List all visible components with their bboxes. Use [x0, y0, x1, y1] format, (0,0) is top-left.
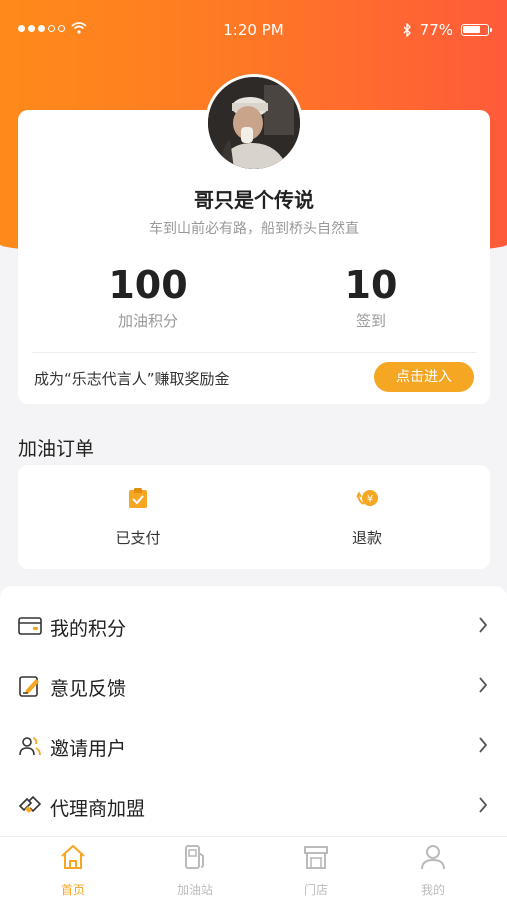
tab-label: 首页	[60, 883, 85, 897]
users-icon	[19, 737, 41, 756]
refund-label: 退款	[351, 529, 382, 547]
orders-title: 加油订单	[18, 438, 95, 460]
paid-label: 已支付	[115, 529, 161, 547]
menu-item-invite[interactable]: 邀请用户	[0, 716, 507, 776]
avatar-photo	[208, 77, 300, 169]
menu-label: 我的积分	[50, 618, 127, 640]
menu-label: 意见反馈	[50, 678, 127, 700]
tab-profile[interactable]: 我的	[388, 843, 478, 898]
tab-home[interactable]: 首页	[28, 843, 118, 898]
divider	[32, 352, 476, 353]
tab-label: 我的	[420, 883, 445, 897]
battery-percent: 77%	[419, 21, 453, 39]
menu-item-agent[interactable]: 代理商加盟	[0, 776, 507, 836]
refund-orders-item[interactable]: ¥ 退款	[307, 487, 427, 548]
chevron-right-icon	[479, 677, 488, 693]
clipboard-check-icon	[127, 487, 149, 509]
avatar[interactable]	[205, 74, 303, 172]
tab-label: 门店	[303, 883, 328, 897]
store-icon	[304, 846, 328, 869]
tab-store[interactable]: 门店	[271, 843, 361, 898]
menu-label: 邀请用户	[50, 738, 127, 760]
tab-bar: 首页 加油站 门店 我的	[0, 836, 507, 900]
paid-orders-item[interactable]: 已支付	[78, 487, 198, 548]
handshake-icon	[18, 795, 42, 813]
refund-coin-icon: ¥	[356, 487, 378, 509]
home-icon	[61, 844, 85, 869]
menu-item-feedback[interactable]: 意见反馈	[0, 656, 507, 716]
points-value: 100	[108, 263, 188, 307]
chevron-right-icon	[479, 797, 488, 813]
checkin-label: 签到	[355, 312, 386, 330]
orders-card: 已支付 ¥ 退款	[18, 465, 490, 569]
edit-note-icon	[19, 676, 39, 697]
person-icon	[421, 845, 445, 870]
user-motto: 车到山前必有路，船到桥头自然直	[149, 221, 359, 237]
username: 哥只是个传说	[194, 188, 314, 212]
checkin-value: 10	[344, 263, 398, 307]
enter-button[interactable]: 点击进入	[374, 362, 474, 392]
menu-list: 我的积分 意见反馈 邀请用户 代理商加盟	[0, 586, 507, 836]
status-bar: 1:20 PM 77%	[0, 0, 507, 62]
points-stat[interactable]: 100 加油积分	[48, 262, 248, 331]
tab-label: 加油站	[176, 883, 213, 897]
checkin-stat[interactable]: 10 签到	[271, 262, 471, 331]
card-icon	[18, 617, 42, 635]
menu-label: 代理商加盟	[50, 798, 146, 820]
chevron-right-icon	[479, 617, 488, 633]
points-label: 加油积分	[117, 312, 178, 330]
menu-item-points[interactable]: 我的积分	[0, 596, 507, 656]
tab-gas-station[interactable]: 加油站	[150, 843, 240, 898]
battery-icon	[461, 24, 492, 36]
svg-text:¥: ¥	[367, 494, 373, 505]
bluetooth-icon	[403, 23, 411, 37]
promo-text: 成为“乐志代言人”赚取奖励金	[34, 370, 230, 388]
chevron-right-icon	[479, 737, 488, 753]
gas-station-icon	[185, 845, 204, 869]
